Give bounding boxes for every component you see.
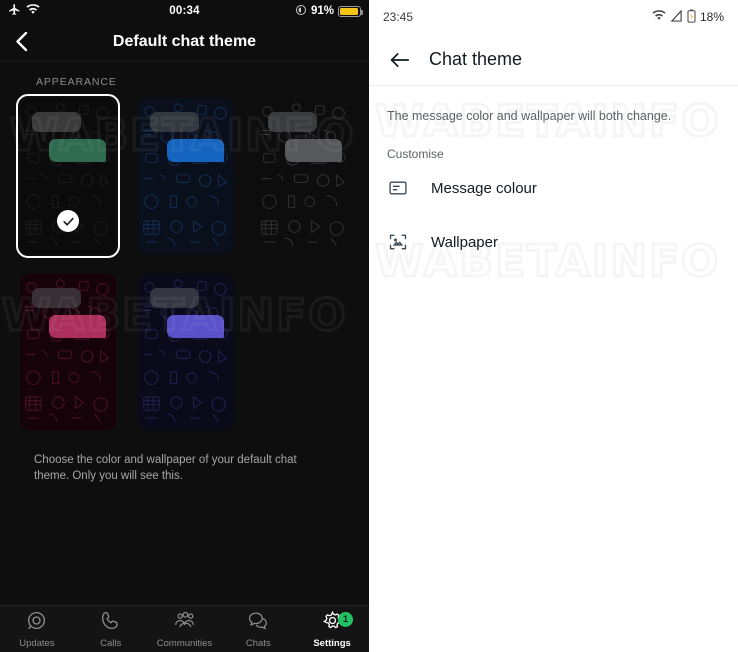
row-label: Wallpaper bbox=[431, 234, 498, 251]
row-message-colour[interactable]: Message colour bbox=[369, 161, 738, 215]
outgoing-bubble-preview bbox=[49, 139, 107, 162]
incoming-bubble-preview bbox=[32, 288, 82, 308]
signal-icon bbox=[670, 10, 683, 25]
settings-badge: 1 bbox=[338, 612, 353, 627]
outgoing-bubble-preview bbox=[167, 315, 225, 338]
check-icon bbox=[57, 210, 79, 232]
updates-icon bbox=[26, 610, 47, 636]
tab-communities[interactable]: Communities bbox=[148, 610, 222, 649]
wallpaper-icon bbox=[387, 231, 409, 253]
android-app-bar: Chat theme bbox=[369, 34, 738, 86]
incoming-bubble-preview bbox=[32, 112, 82, 132]
message-colour-icon bbox=[387, 177, 409, 199]
theme-caption: Choose the color and wallpaper of your d… bbox=[34, 452, 335, 484]
android-status-bar: 23:45 18% bbox=[369, 0, 738, 34]
airplane-icon bbox=[8, 3, 21, 19]
outgoing-bubble-preview bbox=[285, 139, 343, 162]
ios-nav-bar: Default chat theme bbox=[0, 22, 369, 62]
theme-grid bbox=[0, 94, 369, 434]
status-bar-right-icons: 18% bbox=[652, 9, 724, 26]
communities-icon bbox=[173, 610, 196, 636]
wifi-icon bbox=[26, 4, 40, 18]
outgoing-bubble-preview bbox=[49, 315, 107, 338]
tab-label: Settings bbox=[313, 638, 350, 649]
tab-label: Calls bbox=[100, 638, 121, 649]
customise-section-label: Customise bbox=[369, 125, 738, 161]
theme-option-blue[interactable] bbox=[134, 94, 238, 258]
tab-settings[interactable]: 1 Settings bbox=[295, 610, 369, 649]
status-bar-clock: 23:45 bbox=[383, 10, 413, 24]
theme-option-purple[interactable] bbox=[134, 270, 238, 434]
tab-label: Communities bbox=[157, 638, 212, 649]
ios-default-chat-theme-screen: 00:34 91% Default chat theme APPEARANCE bbox=[0, 0, 369, 652]
page-title: Chat theme bbox=[429, 49, 522, 70]
phone-icon bbox=[100, 610, 121, 636]
theme-option-default-green[interactable] bbox=[16, 94, 120, 258]
battery-percent-label: 91% bbox=[311, 5, 334, 17]
back-button[interactable] bbox=[10, 31, 32, 53]
tab-label: Chats bbox=[246, 638, 271, 649]
battery-icon bbox=[338, 6, 361, 17]
status-bar-left-icons bbox=[8, 3, 108, 19]
row-wallpaper[interactable]: Wallpaper bbox=[369, 215, 738, 269]
status-bar-clock: 00:34 bbox=[108, 5, 261, 17]
theme-option-pink[interactable] bbox=[16, 270, 120, 434]
focus-icon bbox=[295, 4, 307, 19]
incoming-bubble-preview bbox=[150, 288, 200, 308]
status-bar-right-icons: 91% bbox=[261, 4, 361, 19]
outgoing-bubble-preview bbox=[167, 139, 225, 162]
page-title: Default chat theme bbox=[0, 33, 369, 51]
battery-percent-label: 18% bbox=[700, 10, 724, 24]
battery-charging-icon bbox=[687, 9, 696, 26]
incoming-bubble-preview bbox=[150, 112, 200, 132]
tab-chats[interactable]: Chats bbox=[221, 610, 295, 649]
wifi-icon bbox=[652, 10, 666, 24]
theme-option-grey[interactable] bbox=[252, 94, 356, 258]
back-button[interactable] bbox=[387, 48, 411, 72]
android-chat-theme-screen: 23:45 18% Chat theme The message color a… bbox=[369, 0, 738, 652]
bottom-tab-bar: Updates Calls Communities Chats bbox=[0, 605, 369, 652]
appearance-section-label: APPEARANCE bbox=[0, 62, 369, 94]
screenshot-root: 00:34 91% Default chat theme APPEARANCE bbox=[0, 0, 738, 652]
theme-description: The message color and wallpaper will bot… bbox=[369, 86, 738, 125]
tab-label: Updates bbox=[19, 638, 54, 649]
row-label: Message colour bbox=[431, 180, 537, 197]
incoming-bubble-preview bbox=[268, 112, 318, 132]
tab-calls[interactable]: Calls bbox=[74, 610, 148, 649]
ios-status-bar: 00:34 91% bbox=[0, 0, 369, 22]
tab-updates[interactable]: Updates bbox=[0, 610, 74, 649]
chats-icon bbox=[247, 610, 270, 636]
